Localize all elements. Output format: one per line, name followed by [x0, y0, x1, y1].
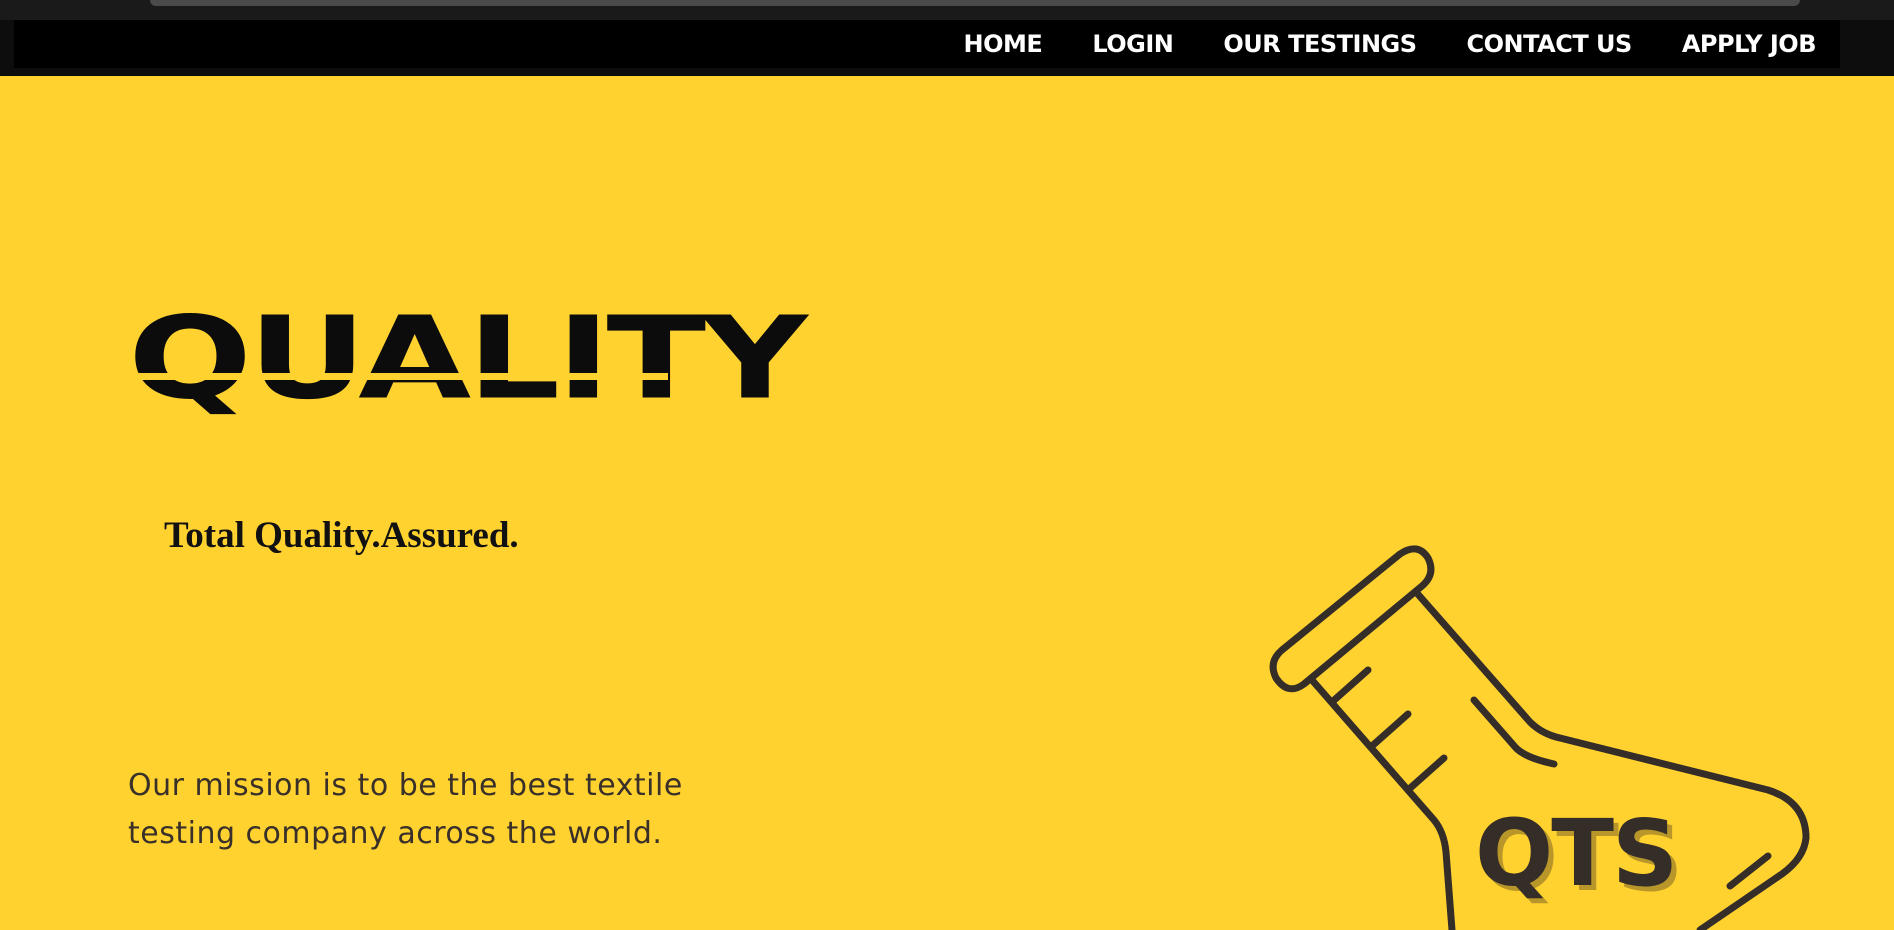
- mission-line-1: Our mission is to be the best textile: [128, 768, 683, 803]
- top-navbar: HOME LOGIN OUR TESTINGS CONTACT US APPLY…: [14, 20, 1840, 68]
- nav-login-link[interactable]: LOGIN: [1092, 30, 1174, 58]
- nav-home-link[interactable]: HOME: [964, 30, 1043, 58]
- hero-tagline: Total Quality.Assured.: [164, 515, 519, 556]
- nav-our-testings-link[interactable]: OUR TESTINGS: [1223, 30, 1417, 58]
- browser-scroll-indicator: [150, 0, 1800, 6]
- hero-title: QUALITY: [128, 292, 808, 425]
- qts-logo: QTS: [1475, 800, 1678, 907]
- mission-line-2: testing company across the world.: [128, 816, 663, 851]
- stencil-stripe: [128, 373, 668, 380]
- browser-chrome: [0, 0, 1894, 20]
- nav-contact-us-link[interactable]: CONTACT US: [1467, 30, 1633, 58]
- nav-apply-job-link[interactable]: APPLY JOB: [1682, 30, 1817, 58]
- mission-statement: Our mission is to be the best textile te…: [128, 762, 728, 858]
